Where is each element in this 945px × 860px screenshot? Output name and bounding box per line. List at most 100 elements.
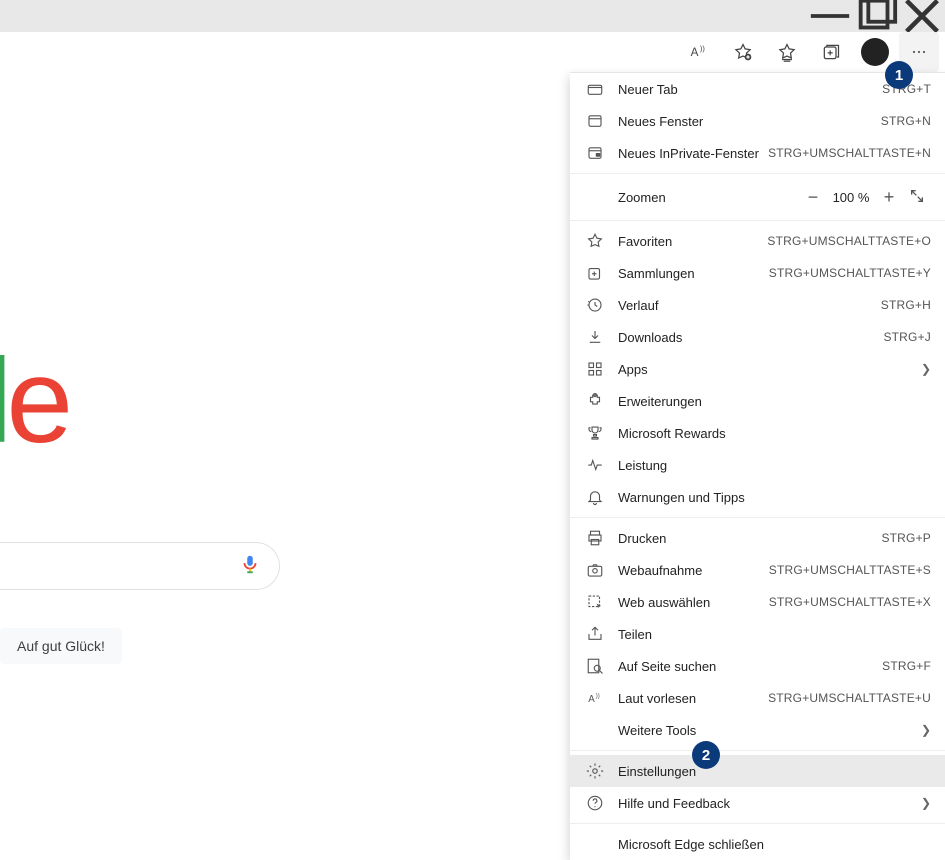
menu-history[interactable]: Verlauf STRG+H [570,289,945,321]
menu-downloads[interactable]: Downloads STRG+J [570,321,945,353]
menu-item-label: Sammlungen [618,266,769,281]
menu-web-select[interactable]: Web auswählen STRG+UMSCHALTTASTE+X [570,586,945,618]
zoom-in-button[interactable]: + [875,187,903,208]
add-favorite-button[interactable] [723,32,763,72]
window-icon [584,110,606,132]
shortcut-text: STRG+UMSCHALTTASTE+X [769,595,931,609]
menu-item-label: Apps [618,362,917,377]
bell-icon [584,486,606,508]
inprivate-icon [584,142,606,164]
window-minimize-button[interactable] [807,0,853,32]
fullscreen-button[interactable] [903,188,931,207]
menu-separator [570,220,945,221]
gear-icon [584,760,606,782]
performance-icon [584,454,606,476]
shortcut-text: STRG+UMSCHALTTASTE+U [768,691,931,705]
menu-item-label: Neues InPrivate-Fenster [618,146,768,161]
menu-item-label: Einstellungen [618,764,931,779]
chevron-right-icon: ❯ [921,723,931,737]
menu-print[interactable]: Drucken STRG+P [570,522,945,554]
menu-find[interactable]: Auf Seite suchen STRG+F [570,650,945,682]
svg-text:)): )) [596,693,600,699]
menu-item-label: Auf Seite suchen [618,659,882,674]
menu-extensions[interactable]: Erweiterungen [570,385,945,417]
favorites-button[interactable] [767,32,807,72]
zoom-value: 100 % [827,190,875,205]
google-logo: gle [0,332,67,470]
menu-more-tools[interactable]: Weitere Tools ❯ [570,714,945,746]
tab-icon [584,78,606,100]
help-icon [584,792,606,814]
menu-item-label: Drucken [618,531,881,546]
menu-collections[interactable]: Sammlungen STRG+UMSCHALTTASTE+Y [570,257,945,289]
zoom-out-button[interactable]: − [799,187,827,208]
share-icon [584,623,606,645]
print-icon [584,527,606,549]
zoom-label: Zoomen [618,190,799,205]
menu-share[interactable]: Teilen [570,618,945,650]
menu-read-aloud[interactable]: A)) Laut vorlesen STRG+UMSCHALTTASTE+U [570,682,945,714]
select-icon [584,591,606,613]
menu-performance[interactable]: Leistung [570,449,945,481]
menu-item-label: Favoriten [618,234,767,249]
menu-item-label: Weitere Tools [618,723,917,738]
download-icon [584,326,606,348]
menu-alerts[interactable]: Warnungen und Tipps [570,481,945,513]
menu-zoom: Zoomen − 100 % + [570,178,945,216]
window-titlebar [0,0,945,32]
menu-rewards[interactable]: Microsoft Rewards [570,417,945,449]
menu-item-label: Hilfe und Feedback [618,796,917,811]
more-menu: Neuer Tab STRG+T Neues Fenster STRG+N Ne… [570,72,945,860]
extensions-icon [584,390,606,412]
shortcut-text: STRG+H [881,298,931,312]
collections-button[interactable] [811,32,851,72]
menu-web-capture[interactable]: Webaufnahme STRG+UMSCHALTTASTE+S [570,554,945,586]
menu-item-label: Neues Fenster [618,114,881,129]
svg-text:A: A [588,694,595,705]
star-icon [584,230,606,252]
chevron-right-icon: ❯ [921,362,931,376]
menu-item-label: Microsoft Rewards [618,426,931,441]
camera-icon [584,559,606,581]
trophy-icon [584,422,606,444]
shortcut-text: STRG+P [881,531,931,545]
menu-separator [570,823,945,824]
apps-icon [584,358,606,380]
menu-item-label: Warnungen und Tipps [618,490,931,505]
avatar-icon [861,38,889,66]
menu-item-label: Leistung [618,458,931,473]
step-callout-2: 2 [692,741,720,769]
read-aloud-button[interactable]: A)) [679,32,719,72]
menu-item-label: Webaufnahme [618,563,769,578]
menu-settings[interactable]: Einstellungen [570,755,945,787]
shortcut-text: STRG+UMSCHALTTASTE+O [767,234,931,248]
collections-icon [584,262,606,284]
menu-item-label: Web auswählen [618,595,769,610]
mic-icon[interactable] [239,553,261,580]
read-aloud-icon: A)) [584,687,606,709]
menu-item-label: Verlauf [618,298,881,313]
window-close-button[interactable] [899,0,945,32]
menu-item-label: Teilen [618,627,931,642]
menu-help[interactable]: Hilfe und Feedback ❯ [570,787,945,819]
menu-separator [570,173,945,174]
menu-item-label: Microsoft Edge schließen [618,837,931,852]
find-icon [584,655,606,677]
menu-apps[interactable]: Apps ❯ [570,353,945,385]
shortcut-text: STRG+N [881,114,931,128]
shortcut-text: STRG+UMSCHALTTASTE+Y [769,266,931,280]
menu-favorites[interactable]: Favoriten STRG+UMSCHALTTASTE+O [570,225,945,257]
menu-item-label: Erweiterungen [618,394,931,409]
search-input[interactable] [0,542,280,590]
menu-new-inprivate[interactable]: Neues InPrivate-Fenster STRG+UMSCHALTTAS… [570,137,945,169]
menu-new-window[interactable]: Neues Fenster STRG+N [570,105,945,137]
shortcut-text: STRG+F [882,659,931,673]
menu-close-edge[interactable]: Microsoft Edge schließen [570,828,945,860]
menu-separator [570,750,945,751]
window-maximize-button[interactable] [853,0,899,32]
lucky-button[interactable]: Auf gut Glück! [0,628,122,664]
chevron-right-icon: ❯ [921,796,931,810]
browser-toolbar: A)) [0,32,945,72]
svg-text:A: A [691,46,699,59]
svg-text:)): )) [700,44,705,53]
